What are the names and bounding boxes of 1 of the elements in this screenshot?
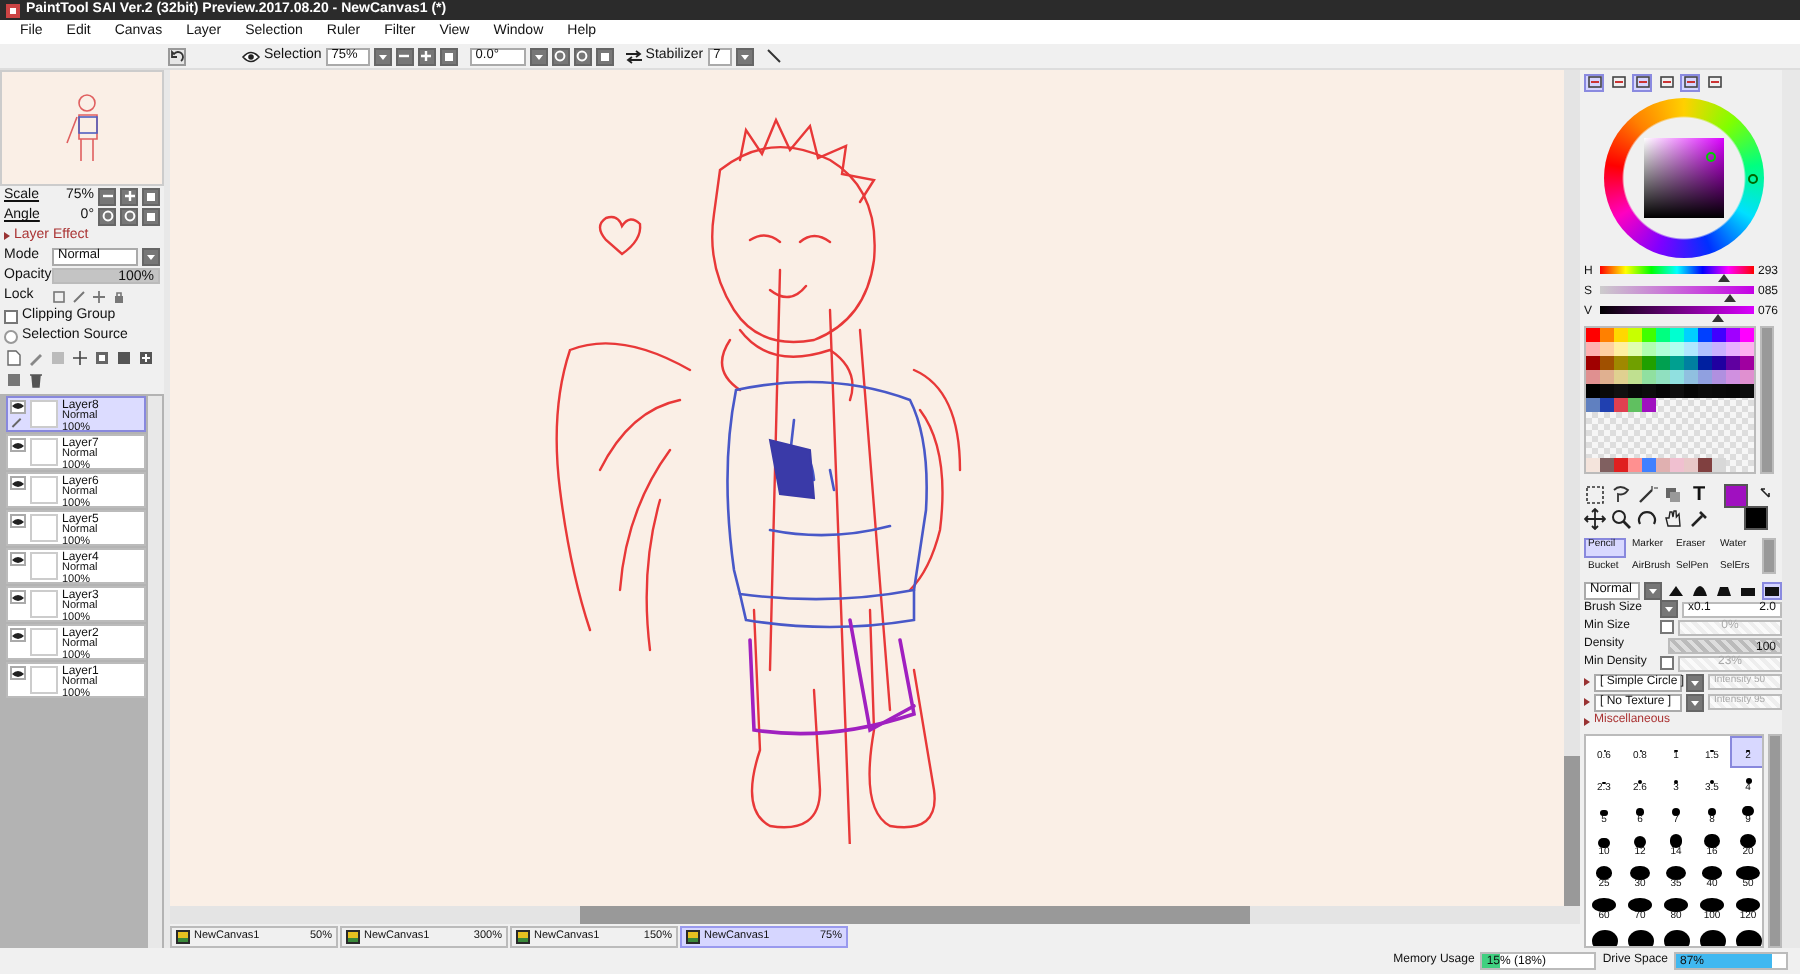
text-tool[interactable]: T xyxy=(1688,484,1710,506)
